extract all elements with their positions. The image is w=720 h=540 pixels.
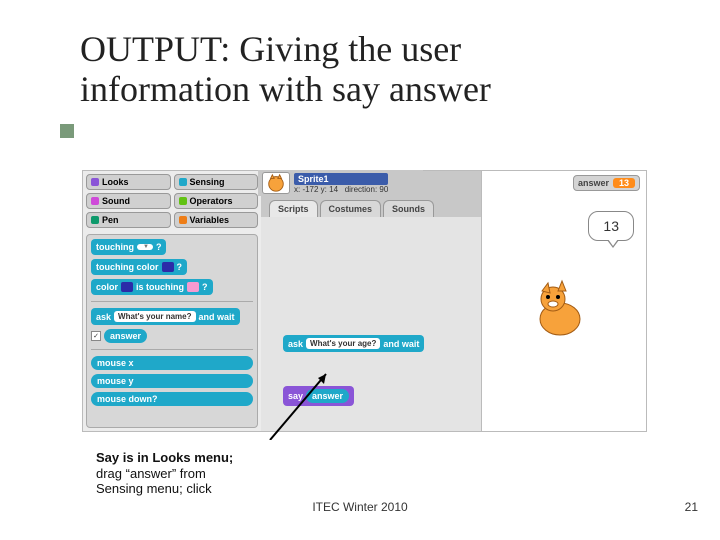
script-ask-block[interactable]: ask What's your age? and wait [283,335,424,352]
dropdown-slot[interactable] [137,244,153,250]
title-line-2: information with say answer [80,69,491,109]
embedded-answer[interactable]: answer [306,389,349,403]
block-touching[interactable]: touching ? [91,239,166,255]
variable-monitor[interactable]: answer 13 [573,175,640,191]
sprite-thumbnail[interactable] [262,172,290,194]
color-chip[interactable] [162,262,174,272]
caption-line-2: drag “answer” from [96,466,206,481]
divider [91,349,253,350]
stage-top: answer 13 [488,175,640,191]
stage: answer 13 13 [481,171,646,431]
sprite-info: Sprite1 x: -172 y: 14 direction: 90 [258,170,423,196]
category-grid: Looks Sensing Sound Operators Pen Variab… [86,174,258,228]
color-chip[interactable] [187,282,199,292]
ask-input[interactable]: What's your age? [306,338,380,349]
script-say-block[interactable]: say answer [283,386,354,406]
sprite-direction: direction: 90 [345,185,389,194]
script-canvas[interactable]: ask What's your age? and wait say answer [261,217,481,431]
title-line-1: OUTPUT: Giving the user [80,29,461,69]
divider [91,301,253,302]
category-operators[interactable]: Operators [174,193,259,209]
block-palette: Looks Sensing Sound Operators Pen Variab… [83,171,261,431]
tab-costumes[interactable]: Costumes [320,200,382,217]
category-variables[interactable]: Variables [174,212,259,228]
script-stack[interactable]: ask What's your age? and wait say answer [283,335,424,406]
block-answer[interactable]: answer [104,329,147,343]
category-sound[interactable]: Sound [86,193,171,209]
answer-checkbox[interactable]: ✓ [91,331,101,341]
category-looks[interactable]: Looks [86,174,171,190]
category-sensing[interactable]: Sensing [174,174,259,190]
ask-input[interactable]: What's your name? [114,311,195,322]
scratch-window: Looks Sensing Sound Operators Pen Variab… [82,170,647,432]
block-mouse-down[interactable]: mouse down? [91,392,253,406]
tab-scripts[interactable]: Scripts [269,200,318,217]
sprite-name: Sprite1 [294,173,388,185]
speech-bubble: 13 [588,211,634,241]
block-mouse-x[interactable]: mouse x [91,356,253,370]
page-number: 21 [685,500,698,514]
color-chip[interactable] [121,282,133,292]
sprite-position: x: -172 y: 14 [294,185,338,194]
caption-line-3: Sensing menu; click [96,481,212,496]
category-pen[interactable]: Pen [86,212,171,228]
block-touching-color[interactable]: touching color ? [91,259,187,275]
slide-title: OUTPUT: Giving the user information with… [0,0,720,109]
monitor-value: 13 [613,178,635,188]
scripts-area: Scripts Costumes Sounds ask What's your … [261,171,481,431]
block-color-touching[interactable]: color is touching ? [91,279,213,295]
monitor-label: answer [578,178,609,188]
answer-row: ✓ answer [91,329,253,343]
footer: ITEC Winter 2010 [0,500,720,514]
block-ask[interactable]: ask What's your name? and wait [91,308,240,325]
bullet-square [60,124,74,138]
caption-line-1: Say is in Looks menu; [96,450,233,465]
tab-sounds[interactable]: Sounds [383,200,434,217]
block-mouse-y[interactable]: mouse y [91,374,253,388]
scratch-cat-sprite[interactable] [528,279,592,343]
caption: Say is in Looks menu; drag “answer” from… [96,450,306,497]
blocks-list: touching ? touching color ? color is tou… [86,234,258,428]
